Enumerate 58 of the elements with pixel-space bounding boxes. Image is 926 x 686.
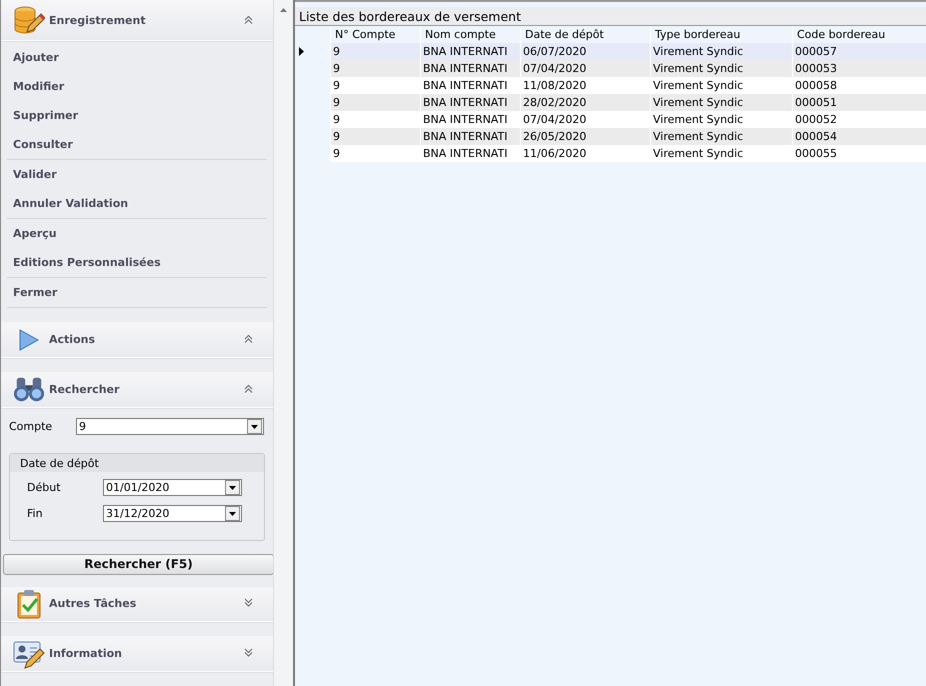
expand-chevron-icon[interactable] <box>244 648 253 658</box>
section-title: Rechercher <box>49 382 120 396</box>
expand-chevron-icon[interactable] <box>244 598 253 608</box>
clipboard-check-icon <box>16 588 42 619</box>
section-header[interactable]: Autres Tâches <box>1 586 273 622</box>
play-icon <box>18 328 40 352</box>
dropdown-arrow-icon <box>251 424 258 429</box>
table-row[interactable]: 9 BNA INTERNATI 06/07/2020 Virement Syndic 000057 <box>295 43 926 60</box>
section-title: Enregistrement <box>49 14 147 27</box>
collapse-chevron-icon[interactable] <box>244 334 253 344</box>
table-row[interactable]: 9 BNA INTERNATI 11/06/2020 Virement Syndic 000055 <box>295 145 926 162</box>
table-row[interactable]: 9 BNA INTERNATI 07/04/2020 Virement Syndic 000053 <box>295 60 926 77</box>
command-link[interactable]: Annuler Validation <box>13 197 128 210</box>
table-row[interactable]: 9 BNA INTERNATI 28/02/2020 Virement Syndic 000051 <box>295 94 926 111</box>
dropdown-button[interactable] <box>247 419 262 434</box>
section-title: Actions <box>49 333 96 346</box>
section-header[interactable]: Rechercher <box>1 372 273 408</box>
table-cell: 11/06/2020 <box>521 145 651 162</box>
command-link[interactable]: Ajouter <box>13 51 59 64</box>
field-label: Compte <box>9 420 54 434</box>
dropdown-button[interactable] <box>225 506 240 522</box>
table-row[interactable]: 9 BNA INTERNATI 07/04/2020 Virement Syndic 000052 <box>295 111 926 128</box>
field-label: Fin <box>27 507 44 520</box>
command-link[interactable]: Valider <box>13 168 57 182</box>
table-cell: 9 <box>331 145 421 162</box>
command-link[interactable]: Modifier <box>13 80 64 94</box>
search-button[interactable]: Rechercher (F5) <box>3 554 274 574</box>
list-title: Liste des bordereaux de versement <box>295 7 926 26</box>
command-link[interactable]: Consulter <box>13 138 73 152</box>
section-header[interactable]: Actions <box>1 322 273 358</box>
section-title: Autres Tâches <box>49 597 138 610</box>
dropdown-button[interactable] <box>225 480 240 496</box>
command-link[interactable]: Supprimer <box>13 109 78 122</box>
section-header[interactable]: Enregistrement <box>1 0 273 42</box>
group-title: Date de dépôt <box>20 456 99 470</box>
collapse-chevron-icon[interactable] <box>244 384 253 393</box>
dropdown-arrow-icon <box>229 486 236 490</box>
section-header[interactable]: Information <box>1 636 273 672</box>
scroll-up-icon[interactable] <box>280 8 287 12</box>
table-cell: BNA INTERNATI <box>421 145 521 162</box>
database-pencil-icon <box>13 4 45 36</box>
field-label: Début <box>27 481 62 494</box>
table-row[interactable]: 9 BNA INTERNATI 11/08/2020 Virement Syndic 000058 <box>295 77 926 94</box>
binoculars-icon <box>13 375 45 404</box>
account-combo-box[interactable]: 9 <box>76 418 264 436</box>
table-row[interactable]: 9 BNA INTERNATI 26/05/2020 Virement Syndic 000054 <box>295 128 926 145</box>
section-title: Information <box>49 647 123 660</box>
command-link[interactable]: Editions Personnalisées <box>13 256 161 270</box>
table-cell: Virement Syndic <box>651 145 793 162</box>
dropdown-arrow-icon <box>229 512 236 516</box>
command-link[interactable]: Aperçu <box>13 227 57 240</box>
row-pointer-icon <box>299 47 304 56</box>
date-picker[interactable]: 31/12/2020 <box>103 505 242 522</box>
contact-card-icon <box>13 638 45 669</box>
date-picker[interactable]: 01/01/2020 <box>103 479 242 496</box>
table-cell: 000055 <box>793 145 926 162</box>
command-link[interactable]: Fermer <box>13 286 58 300</box>
collapse-chevron-icon[interactable] <box>244 14 253 24</box>
